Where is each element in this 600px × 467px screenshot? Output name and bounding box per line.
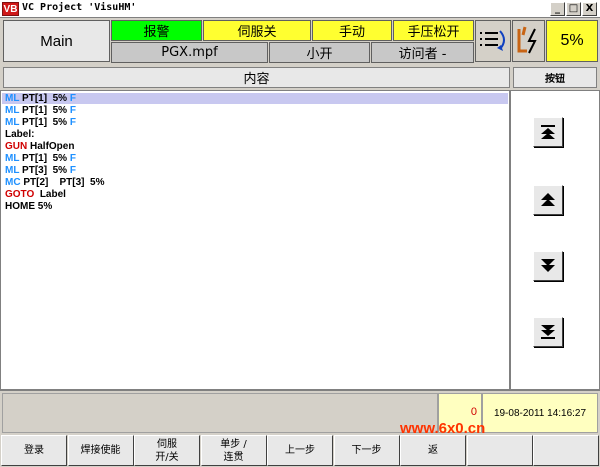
- program-suffix: F: [69, 105, 76, 116]
- page-up-button[interactable]: [533, 185, 563, 215]
- program-keyword: ML: [5, 117, 20, 128]
- buttons-column-header: 按钮: [513, 67, 597, 88]
- program-keyword: ML: [5, 93, 20, 104]
- window-title: VC Project 'VisuHM': [22, 2, 137, 13]
- first-page-icon: [541, 125, 555, 139]
- last-page-button[interactable]: [533, 317, 563, 347]
- program-line[interactable]: ML PT[1] 5% F: [2, 93, 508, 104]
- softkey-label: 单步 / 连贯: [220, 438, 247, 464]
- speed-override: 5%: [546, 20, 598, 62]
- program-keyword: ML: [5, 165, 20, 176]
- program-args: Label:: [5, 129, 35, 140]
- softkey-label-line1: 登录: [24, 445, 44, 456]
- softkey-9[interactable]: [533, 435, 599, 466]
- softkey-label: 伺服 开/关: [155, 438, 178, 464]
- softkey-6[interactable]: 下一步: [333, 435, 400, 466]
- program-line[interactable]: ML PT[3] 5% F: [2, 165, 508, 176]
- program-suffix: F: [69, 165, 76, 176]
- status-hand-release: 手压松开: [393, 20, 474, 41]
- softkey-4[interactable]: 单步 / 连贯: [200, 435, 267, 466]
- program-args: PT[1] 5%: [19, 117, 70, 128]
- message-area: [2, 393, 438, 433]
- alarm-count: 0: [470, 406, 477, 418]
- program-args: Label: [34, 189, 66, 200]
- program-keyword: MC: [5, 177, 21, 188]
- program-line[interactable]: GUN HalfOpen: [2, 141, 508, 152]
- status-servo-off: 伺服关: [203, 20, 311, 41]
- title-bar: VB VC Project 'VisuHM' _ □ X: [0, 0, 600, 18]
- robot-arm-icon[interactable]: [512, 20, 545, 62]
- softkey-label: 返: [428, 444, 438, 457]
- softkey-label-line1: 单步 /: [220, 438, 247, 450]
- program-args: PT[2] PT[3] 5%: [20, 177, 105, 188]
- program-line[interactable]: ML PT[1] 5% F: [2, 105, 508, 116]
- softkey-label-line1: 焊接使能: [80, 445, 121, 456]
- app-icon: VB: [2, 2, 19, 16]
- softkey-label: 下一步: [352, 444, 382, 457]
- softkey-label-line1: 伺服: [157, 438, 177, 450]
- minimize-button[interactable]: _: [550, 2, 565, 16]
- last-page-icon: [541, 325, 555, 339]
- program-keyword: GUN: [5, 141, 28, 152]
- softkey-label: 上一步: [285, 444, 315, 457]
- program-suffix: F: [69, 117, 76, 128]
- program-name: PGX.mpf: [111, 42, 268, 63]
- softkey-label: 登录: [24, 444, 44, 457]
- softkey-2[interactable]: 焊接使能: [67, 435, 134, 466]
- close-button[interactable]: X: [582, 2, 597, 16]
- softkey-label: 焊接使能: [81, 444, 121, 457]
- header: Main 报警 伺服关 手动 手压松开 PGX.mpf 小开 访问者 - 5%: [0, 18, 600, 64]
- datetime: 19-08-2011 14:16:27: [482, 393, 598, 433]
- program-keyword: ML: [5, 153, 20, 164]
- softkey-label-line1: 上一步: [285, 445, 315, 456]
- program-line[interactable]: Label:: [2, 129, 508, 140]
- program-line[interactable]: MC PT[2] PT[3] 5%: [2, 177, 508, 188]
- softkey-5[interactable]: 上一步: [267, 435, 333, 466]
- program-suffix: F: [69, 93, 76, 104]
- page-down-icon: [541, 259, 555, 272]
- status-bar: 0 19-08-2011 14:16:27: [0, 390, 600, 434]
- program-line[interactable]: GOTO Label: [2, 189, 508, 200]
- navigation-panel: [510, 90, 600, 390]
- softkey-label-line1: 下一步: [351, 445, 382, 456]
- program-args: PT[1] 5%: [19, 105, 70, 116]
- softkey-label-line2: 开/关: [155, 451, 179, 463]
- page-up-icon: [541, 193, 555, 206]
- mode-indicator: 小开: [269, 42, 370, 63]
- program-args: HOME 5%: [5, 201, 53, 212]
- user-level: 访问者 -: [371, 42, 474, 63]
- program-args: PT[1] 5%: [19, 93, 70, 104]
- status-alarm: 报警: [111, 20, 202, 41]
- status-manual: 手动: [312, 20, 392, 41]
- program-args: HalfOpen: [27, 141, 75, 152]
- program-args: PT[3] 5%: [19, 165, 70, 176]
- program-line[interactable]: ML PT[1] 5% F: [2, 117, 508, 128]
- watermark: www.6x0.cn: [400, 420, 486, 437]
- page-down-button[interactable]: [533, 251, 563, 281]
- softkey-bar: 登录 焊接使能 伺服 开/关 单步 / 连贯 上一步 下一步 返: [0, 434, 600, 467]
- softkey-7[interactable]: 返: [400, 435, 466, 466]
- program-keyword: GOTO: [5, 189, 35, 200]
- softkey-label-line1: 返: [428, 445, 438, 456]
- program-line[interactable]: ML PT[1] 5% F: [2, 153, 508, 164]
- maximize-button[interactable]: □: [566, 2, 581, 16]
- program-list[interactable]: ML PT[1] 5% F ML PT[1] 5% F ML PT[1] 5% FL…: [0, 90, 510, 390]
- content-column-header: 内容: [3, 67, 510, 88]
- program-keyword: ML: [5, 105, 20, 116]
- softkey-1[interactable]: 登录: [1, 435, 67, 466]
- program-line[interactable]: HOME 5%: [2, 201, 508, 212]
- softkey-3[interactable]: 伺服 开/关: [134, 435, 200, 466]
- softkey-label-line2: 连贯: [223, 451, 244, 463]
- program-suffix: F: [69, 153, 76, 164]
- main-button[interactable]: Main: [3, 20, 110, 62]
- first-page-button[interactable]: [533, 117, 563, 147]
- list-arrow-icon[interactable]: [475, 20, 511, 62]
- program-args: PT[1] 5%: [19, 153, 70, 164]
- softkey-8[interactable]: [466, 435, 533, 466]
